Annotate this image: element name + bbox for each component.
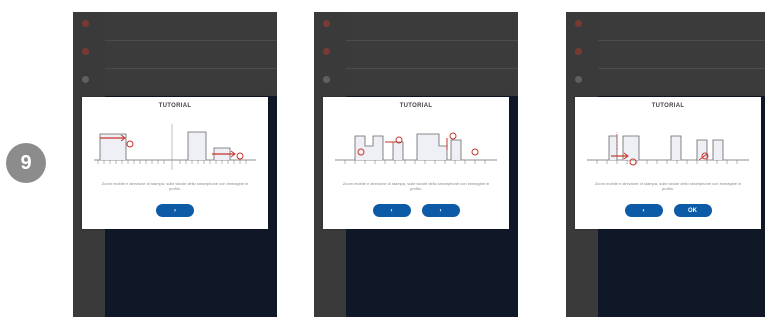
tutorial-illustration xyxy=(94,124,256,170)
dialog-title: TUTORIAL xyxy=(399,103,433,109)
menu-dot-icon xyxy=(575,76,582,83)
phone-screen-2: TUTORIAL Zoom mobile e direzione di stam… xyxy=(314,12,518,317)
tutorial-dialog: TUTORIAL Zoom mobile e direzione di stam… xyxy=(575,97,761,229)
menu-dot-icon xyxy=(575,48,582,55)
ok-button[interactable]: OK xyxy=(673,204,712,217)
dialog-description: Zoom mobile e direzione di stampa, sulle… xyxy=(101,181,249,191)
dialog-description: Zoom mobile e direzione di stampa, sulle… xyxy=(342,181,490,191)
dialog-title: TUTORIAL xyxy=(158,103,192,109)
menu-dot-icon xyxy=(82,20,89,27)
tutorial-illustration xyxy=(335,132,497,164)
dialog-title: TUTORIAL xyxy=(651,103,685,109)
menu-dot-icon xyxy=(82,48,89,55)
top-bar xyxy=(598,12,765,96)
tutorial-dialog: TUTORIAL Zoom mobile e direzione di stam… xyxy=(82,97,268,229)
menu-dot-icon xyxy=(323,20,330,27)
top-bar xyxy=(105,12,277,96)
menu-dot-icon xyxy=(323,76,330,83)
next-button[interactable]: › xyxy=(421,204,460,217)
phone-screen-3: TUTORIAL Zoom mobile e direzione di stam… xyxy=(566,12,765,317)
top-bar xyxy=(346,12,518,96)
phone-screen-1: TUTORIAL Zoom mobile e direzione di stam… xyxy=(73,12,277,317)
tutorial-dialog: TUTORIAL Zoom mobile e direzione di stam… xyxy=(323,97,509,229)
menu-dot-icon xyxy=(323,48,330,55)
menu-dot-icon xyxy=(575,20,582,27)
next-button[interactable]: › xyxy=(156,204,194,217)
previous-button[interactable]: ‹ xyxy=(372,204,411,217)
previous-button[interactable]: ‹ xyxy=(624,204,663,217)
dialog-description: Zoom mobile e direzione di stampa, sulle… xyxy=(594,181,742,191)
menu-dot-icon xyxy=(82,76,89,83)
tutorial-illustration xyxy=(587,132,749,166)
step-number-badge: 9 xyxy=(6,143,46,183)
